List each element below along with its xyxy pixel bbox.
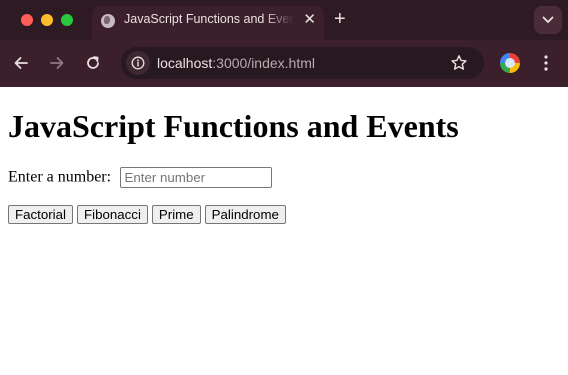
number-input[interactable]: [119, 167, 272, 188]
url-path: :3000/index.html: [212, 55, 315, 71]
window-zoom-button[interactable]: [61, 14, 73, 26]
reload-icon[interactable]: [84, 54, 102, 72]
address-bar[interactable]: localhost:3000/index.html: [121, 47, 484, 79]
bookmark-star-icon[interactable]: [450, 54, 468, 72]
prime-button[interactable]: Prime: [151, 205, 201, 224]
number-label: Enter a number:: [8, 168, 112, 186]
forward-arrow-icon[interactable]: [48, 54, 66, 72]
tab-title: JavaScript Functions and Events: [124, 12, 294, 26]
browser-tab[interactable]: JavaScript Functions and Events ✕: [92, 6, 324, 40]
factorial-button[interactable]: Factorial: [8, 205, 73, 224]
new-tab-button[interactable]: +: [334, 8, 346, 30]
site-info-button[interactable]: [126, 51, 150, 75]
window-minimize-button[interactable]: [41, 14, 53, 26]
back-arrow-icon[interactable]: [12, 54, 30, 72]
function-buttons: Factorial Fibonacci Prime Palindrome: [8, 205, 290, 224]
url-text[interactable]: localhost:3000/index.html: [157, 55, 315, 71]
tab-strip: JavaScript Functions and Events ✕ +: [0, 0, 568, 40]
page-title: JavaScript Functions and Events: [8, 108, 459, 144]
page-content: JavaScript Functions and Events Enter a …: [0, 87, 568, 375]
chevron-down-icon: [542, 16, 554, 23]
browser-chrome: JavaScript Functions and Events ✕ + loca…: [0, 0, 568, 87]
number-input-row: Enter a number:: [8, 167, 272, 189]
profile-avatar-icon[interactable]: [500, 53, 520, 73]
palindrome-button[interactable]: Palindrome: [204, 205, 286, 224]
tab-search-button[interactable]: [534, 6, 562, 34]
globe-icon: [101, 14, 115, 28]
site-info-icon: [131, 56, 145, 70]
kebab-menu-icon[interactable]: [538, 54, 554, 72]
window-close-button[interactable]: [21, 14, 33, 26]
tab-close-icon[interactable]: ✕: [303, 11, 316, 29]
fibonacci-button[interactable]: Fibonacci: [77, 205, 148, 224]
url-host: localhost: [157, 55, 213, 71]
